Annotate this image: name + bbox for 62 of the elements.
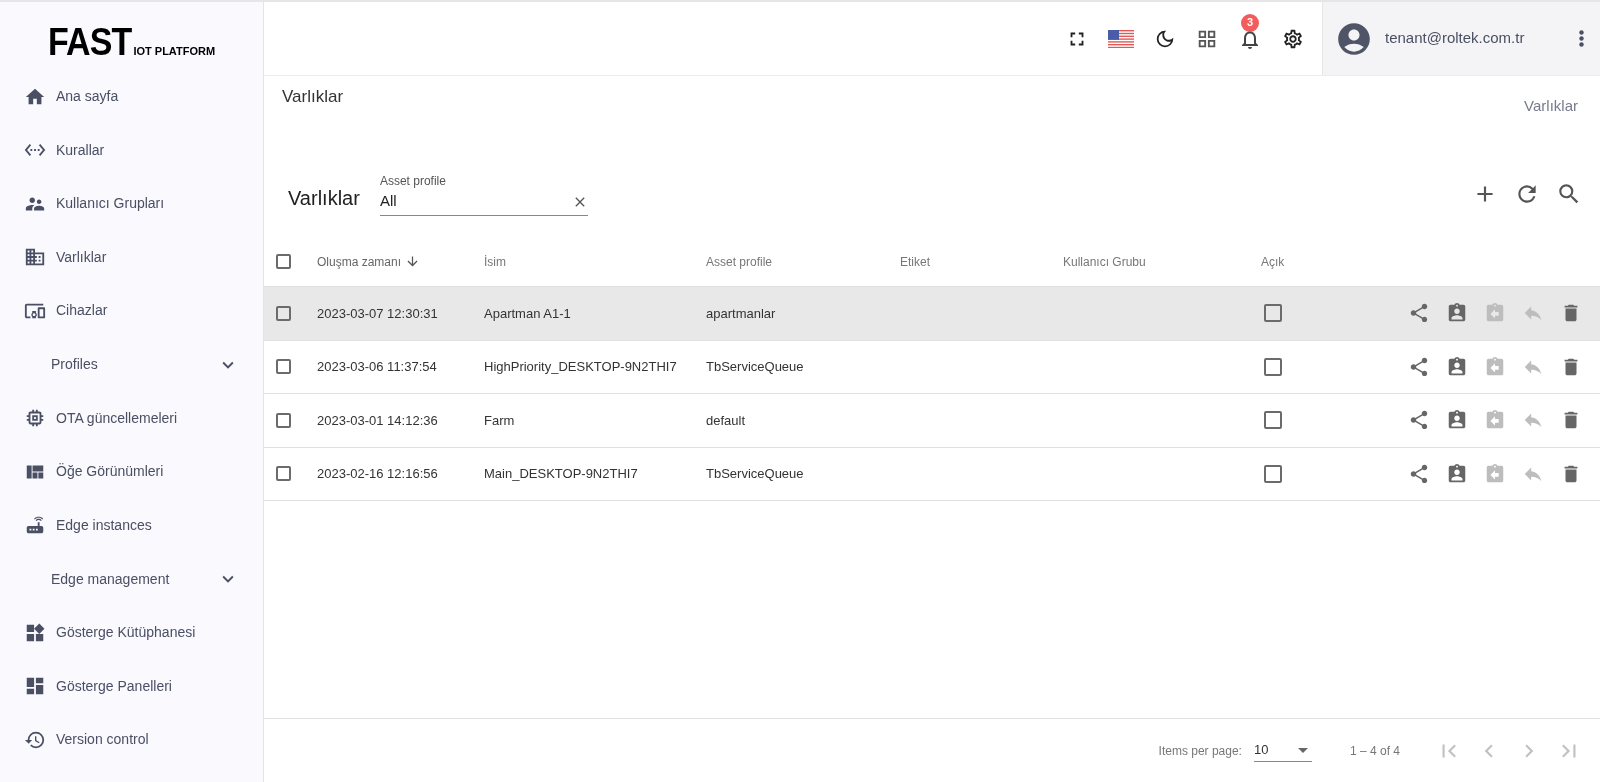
column-header[interactable]: Etiket [900,252,930,271]
table-cell-text: 2023-03-06 11:37:54 [317,358,438,376]
table-row[interactable]: 2023-03-07 12:30:31 Apartman A1-1 apartmanlar [264,287,1600,341]
sidebar-item[interactable]: Kurallar [0,123,263,177]
checkbox[interactable] [276,254,291,269]
checkbox[interactable] [276,305,291,321]
assign-button[interactable] [1446,462,1468,485]
checkbox[interactable] [1264,464,1282,483]
table-cell-text: TbServiceQueue [706,465,805,483]
page-size-select[interactable]: 10 [1253,739,1312,762]
logo: FASTIOT PLATFORM [47,24,216,58]
checkbox[interactable] [276,412,291,428]
user-menu[interactable]: tenant@roltek.com.tr [1322,2,1600,75]
column-header[interactable]: Oluşma zamanı [317,252,402,271]
checkbox[interactable] [276,466,291,482]
notification-badge: 3 [1241,13,1259,32]
table-cell-text: Apartman A1-1 [484,304,572,323]
sidebar-item[interactable]: Kullanıcı Grupları [0,177,263,231]
table-cell-text: Main_DESKTOP-9N2THI7 [484,465,639,483]
items-per-page-label: Items per page: [1158,742,1242,760]
asset-profile-select[interactable]: Asset profile All [379,172,588,216]
sidebar-section[interactable]: Profiles [0,337,263,392]
column-header[interactable]: İsim [484,252,506,271]
checkbox[interactable] [1264,411,1282,430]
share-button[interactable] [1408,302,1430,325]
sidebar-item[interactable]: Version control [0,713,263,767]
more-icon [1579,30,1584,47]
table-cell-text: 2023-03-01 14:12:36 [317,411,439,430]
breadcrumb[interactable]: Varlıklar [1524,95,1578,118]
table-cell-text: apartmanlar [706,304,777,323]
table-cell-text: default [706,411,747,430]
sidebar-section[interactable]: Edge management [0,552,263,606]
sidebar-item[interactable]: Ana sayfa [0,70,263,124]
checkbox[interactable] [276,359,291,375]
widgets-icon [24,621,46,644]
sidebar-item[interactable]: OTA güncellemeleri [0,391,263,445]
table-cell-text: HighPriority_DESKTOP-9N2THI7 [484,358,678,376]
share-button[interactable] [1408,355,1430,378]
sidebar-item[interactable]: Edge instances [0,498,263,552]
checkbox[interactable] [1264,304,1282,323]
sidebar-item[interactable]: Cihazlar [0,284,263,338]
page-range: 1 – 4 of 4 [1349,742,1400,760]
column-header[interactable]: Kullanıcı Grubu [1063,252,1146,271]
table-cell-text: Farm [484,411,516,430]
dropdown-icon [1297,747,1308,753]
page-title: Varlıklar [282,86,344,108]
table-cell-text: 2023-02-16 12:16:56 [317,465,439,483]
table-cell-text: 2023-03-07 12:30:31 [317,304,439,323]
share-button[interactable] [1408,409,1430,432]
assign-button[interactable] [1446,355,1468,378]
flag-icon[interactable] [1108,29,1134,48]
column-header[interactable]: Asset profile [706,252,773,271]
share-button[interactable] [1408,462,1430,485]
sidebar-item[interactable]: Öğe Görünümleri [0,445,263,499]
table-title: Varlıklar [288,186,360,211]
checkbox[interactable] [1264,357,1282,376]
sidebar-item[interactable]: Varlıklar [0,230,263,284]
sidebar-item[interactable]: Gösterge Kütüphanesi [0,606,263,660]
table-cell-text: TbServiceQueue [706,358,805,376]
settings-icon[interactable] [1282,27,1304,50]
column-header[interactable]: Açık [1261,252,1285,271]
sidebar-item[interactable]: Gösterge Panelleri [0,659,263,713]
